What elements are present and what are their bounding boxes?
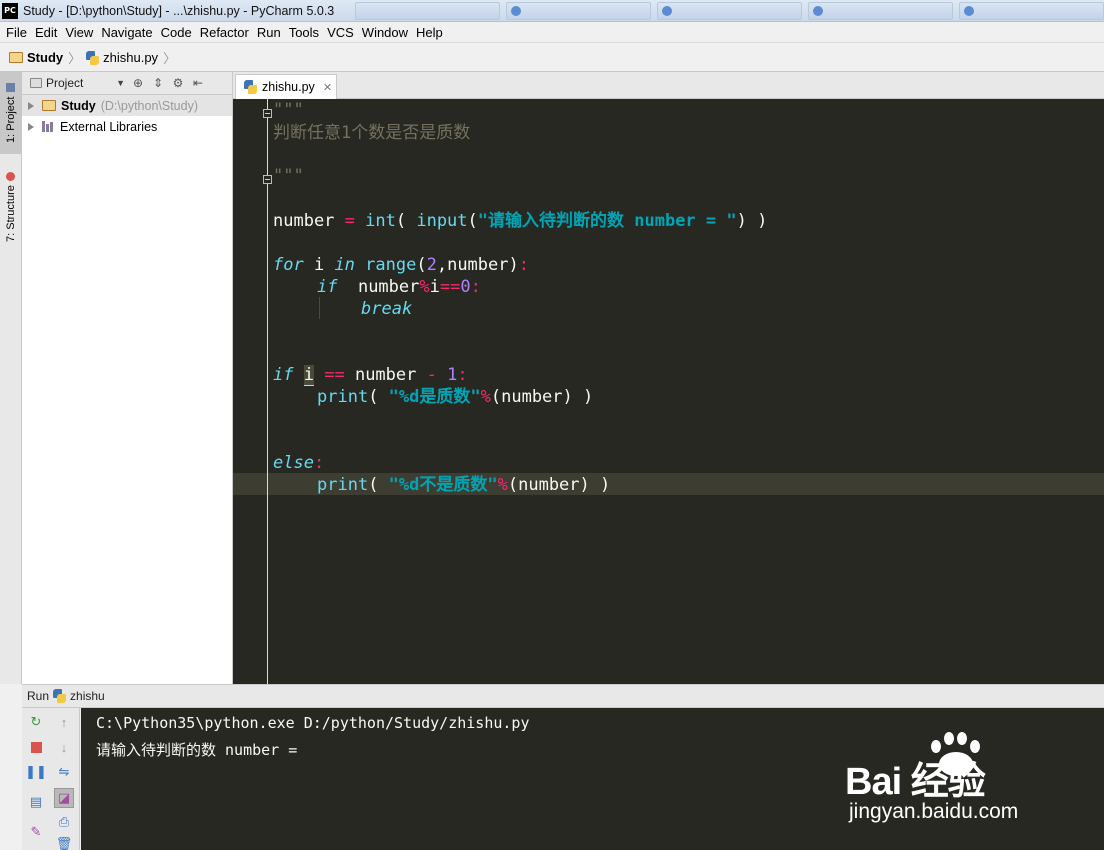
blurred-tab[interactable] <box>355 2 500 20</box>
tab-label: zhishu.py <box>262 80 315 94</box>
code-line-2: 判断任意1个数是否是质数 <box>273 123 471 143</box>
structure-icon <box>6 172 16 182</box>
code-line-print-not-prime: print( "%d不是质数"%(number) ) <box>317 475 611 495</box>
print-icon[interactable]: ⎙ <box>54 812 74 832</box>
menu-code[interactable]: Code <box>157 25 196 40</box>
watermark-url: jingyan.baidu.com <box>849 800 1019 823</box>
tree-item-study-label: Study <box>61 98 96 113</box>
scroll-from-source-icon[interactable]: ⊕ <box>131 76 145 90</box>
tree-item-libraries-label: External Libraries <box>60 119 158 134</box>
folder-icon <box>9 52 23 63</box>
window-title: Study - [D:\python\Study] - ...\zhishu.p… <box>23 3 335 18</box>
project-view-select[interactable]: Project ▼ <box>30 76 125 90</box>
expand-arrow-icon[interactable] <box>28 101 34 110</box>
code-line-1: """ <box>273 100 304 120</box>
indent-guide <box>319 297 320 319</box>
stop-icon[interactable] <box>26 737 46 757</box>
editor-tab-bar: zhishu.py ✕ <box>233 72 1104 99</box>
trash-icon[interactable]: 🗑 <box>54 834 74 850</box>
fold-marker-icon[interactable] <box>263 109 272 118</box>
python-run-icon <box>53 689 67 703</box>
close-icon[interactable]: ✕ <box>323 81 332 94</box>
code-line-if-mod: if number%i==0: <box>317 277 481 297</box>
code-line-4: """ <box>273 166 304 186</box>
menu-view[interactable]: View <box>61 25 97 40</box>
code-line-if-check: if i == number - 1: <box>273 365 468 386</box>
baidu-watermark-logo: Bai 经验 jingyan.baidu.com <box>845 730 1075 830</box>
pycharm-logo-icon: PC <box>2 2 18 19</box>
menu-edit[interactable]: Edit <box>31 25 61 40</box>
menu-file[interactable]: File <box>2 25 31 40</box>
tool-tab-project-label: 1: Project <box>5 96 17 143</box>
breadcrumb-file[interactable]: zhishu.py <box>86 50 158 65</box>
expand-arrow-icon[interactable] <box>28 122 34 131</box>
python-file-icon <box>86 50 100 65</box>
tree-item-study[interactable]: Study (D:\python\Study) <box>22 95 232 116</box>
menu-window[interactable]: Window <box>358 25 412 40</box>
run-panel-header: Run zhishu <box>22 684 1104 708</box>
menu-help[interactable]: Help <box>412 25 447 40</box>
tool-tab-structure-label: 7: Structure <box>5 185 17 242</box>
down-arrow-icon[interactable]: ↓ <box>54 737 74 757</box>
breadcrumb-chevron-icon: 〉 <box>68 51 82 66</box>
breadcrumb-project-label: Study <box>27 50 64 65</box>
library-icon <box>42 121 55 132</box>
pause-icon[interactable]: ❚❚ <box>25 762 47 782</box>
console-prompt-line: 请输入待判断的数 number = <box>96 741 298 759</box>
blurred-tab[interactable] <box>657 2 802 20</box>
layout-icon[interactable]: ▤ <box>26 792 46 812</box>
watermark-brand: Bai 经验 <box>845 761 986 803</box>
scroll-to-end-icon[interactable]: ◪ <box>54 788 74 808</box>
title-bar: PC Study - [D:\python\Study] - ...\zhish… <box>0 0 1104 22</box>
left-tool-strip: 1: Project 7: Structure <box>0 72 22 684</box>
tool-tab-structure[interactable]: 7: Structure <box>0 162 22 252</box>
blurred-tab[interactable] <box>808 2 953 20</box>
code-line-break: break <box>361 299 413 319</box>
menu-bar: File Edit View Navigate Code Refactor Ru… <box>0 22 1104 43</box>
menu-run[interactable]: Run <box>253 25 285 40</box>
folder-icon <box>42 100 56 111</box>
run-toolbar: ↻ ↑ ↓ ❚❚ ⇋ ▤ ◪ ✎ ⎙ 🗑 <box>22 708 80 850</box>
code-line-number-assign: number = int( input("请输入待判断的数 number = "… <box>273 211 768 231</box>
code-line-else: else: <box>273 453 325 473</box>
tree-item-external-libraries[interactable]: External Libraries <box>22 116 232 137</box>
gear-icon[interactable]: ⚙ <box>171 76 185 90</box>
up-arrow-icon[interactable]: ↑ <box>54 712 74 732</box>
rerun-icon[interactable]: ↻ <box>26 712 46 732</box>
code-line-for: for i in range(2,number): <box>273 255 529 275</box>
soft-wrap-icon[interactable]: ⇋ <box>54 762 74 782</box>
menu-refactor[interactable]: Refactor <box>196 25 253 40</box>
breadcrumb-project[interactable]: Study <box>9 50 63 65</box>
breadcrumb-file-label: zhishu.py <box>103 50 159 65</box>
project-view-icon <box>30 78 42 88</box>
menu-navigate[interactable]: Navigate <box>97 25 156 40</box>
gutter-divider <box>267 99 268 684</box>
project-panel: Project ▼ ⊕ ⇕ ⚙ ⇤ Study (D:\python\Study… <box>22 72 233 684</box>
console-command-line: C:\Python35\python.exe D:/python/Study/z… <box>96 714 530 732</box>
run-panel-label: Run <box>27 689 50 703</box>
python-file-icon <box>244 80 257 94</box>
menu-tools[interactable]: Tools <box>285 25 323 40</box>
project-panel-header: Project ▼ ⊕ ⇕ ⚙ ⇤ <box>22 72 232 95</box>
code-line-print-prime: print( "%d是质数"%(number) ) <box>317 387 594 407</box>
tool-tab-project[interactable]: 1: Project <box>0 72 22 154</box>
fold-marker-icon[interactable] <box>263 175 272 184</box>
project-icon <box>6 83 16 93</box>
chevron-down-icon: ▼ <box>116 78 125 88</box>
tree-item-study-path: (D:\python\Study) <box>100 98 198 113</box>
tab-zhishu-py[interactable]: zhishu.py ✕ <box>235 74 337 99</box>
breadcrumb: Study 〉 zhishu.py 〉 <box>0 44 1104 72</box>
hide-panel-icon[interactable]: ⇤ <box>191 76 205 90</box>
project-view-label: Project <box>46 76 84 90</box>
breadcrumb-chevron-icon: 〉 <box>163 51 177 66</box>
code-editor[interactable]: """ 判断任意1个数是否是质数 """ number = int( input… <box>233 99 1104 684</box>
blurred-tab[interactable] <box>506 2 651 20</box>
pin-icon[interactable]: ✎ <box>26 822 46 842</box>
blurred-tab[interactable] <box>959 2 1104 20</box>
menu-vcs[interactable]: VCS <box>323 25 358 40</box>
run-config-name[interactable]: zhishu <box>70 689 105 703</box>
collapse-all-icon[interactable]: ⇕ <box>151 76 165 90</box>
taskbar-tabs <box>355 2 1104 20</box>
